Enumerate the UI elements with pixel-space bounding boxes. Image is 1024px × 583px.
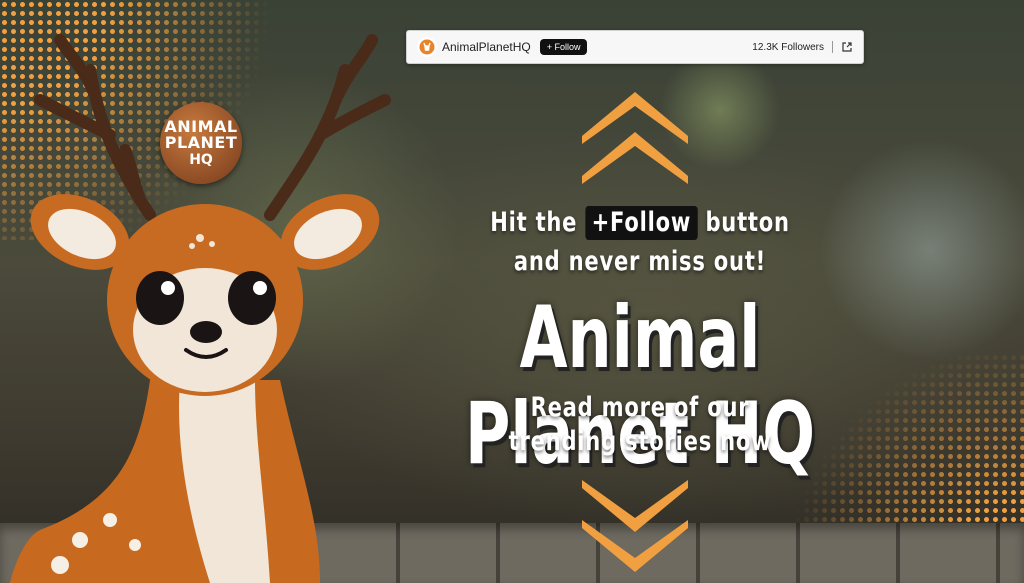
hit-text: Hit the [490,207,578,238]
button-text: button [705,207,790,238]
chevron-down-icon [582,480,688,572]
brand-badge: ANIMAL PLANET HQ [160,102,242,184]
promo-line-hit-follow: Hit the +Follow button [406,206,874,240]
account-name[interactable]: AnimalPlanetHQ [442,40,531,54]
follower-count: 12.3K Followers [752,41,824,53]
follow-button[interactable]: + Follow [539,39,588,55]
deer-illustration [10,34,391,583]
promo-line-trending: trending stories now [508,426,772,457]
divider [832,41,833,53]
badge-line-planet: PLANET [164,133,238,152]
deer-logo-icon [417,37,437,57]
follow-bar: AnimalPlanetHQ + Follow 12.3K Followers [406,30,864,64]
promo-line-read-more: Read more of our [530,392,750,423]
background-scene: ANIMAL PLANET HQ AnimalPlanetHQ + Follow… [0,0,1024,583]
chevron-up-icon [582,92,688,184]
promo-line-never-miss: and never miss out! [513,246,767,277]
follow-pill: +Follow [585,206,698,240]
badge-line-hq: HQ [189,152,213,168]
external-link-icon[interactable] [841,41,853,53]
